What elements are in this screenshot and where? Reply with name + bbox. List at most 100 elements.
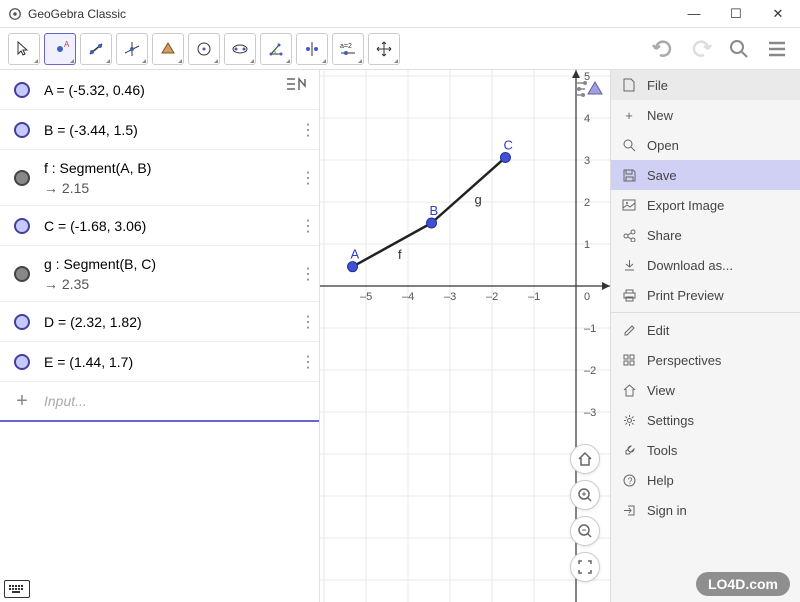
menu-label: Sign in [647, 503, 687, 518]
object-definition: B = (-3.44, 1.5) [44, 116, 297, 144]
visibility-toggle[interactable] [14, 82, 30, 98]
menu-label: Edit [647, 323, 669, 338]
tool-perpendicular[interactable] [116, 33, 148, 65]
svg-text:–1: –1 [528, 291, 540, 303]
tool-reflect[interactable] [296, 33, 328, 65]
visibility-toggle[interactable] [14, 170, 30, 186]
row-menu-icon[interactable]: ⋮ [297, 352, 319, 372]
search-icon [621, 137, 637, 153]
help-icon: ? [621, 472, 637, 488]
coordinate-grid: –5–4–3–2–1–5–4–3–2–1123450fgABC [320, 70, 610, 602]
wrench-icon [621, 442, 637, 458]
visibility-toggle[interactable] [14, 354, 30, 370]
object-definition: D = (2.32, 1.82) [44, 308, 297, 336]
object-definition: f : Segment(A, B) [44, 160, 297, 176]
svg-text:A: A [351, 247, 360, 262]
graphics-view[interactable]: –5–4–3–2–1–5–4–3–2–1123450fgABC [320, 70, 610, 602]
menu-header-file[interactable]: File [611, 70, 800, 100]
zoom-out-button[interactable] [570, 516, 600, 546]
tool-line[interactable] [80, 33, 112, 65]
print-icon [621, 287, 637, 303]
svg-text:2: 2 [584, 197, 590, 209]
image-icon [621, 197, 637, 213]
menu-item-edit[interactable]: Edit [611, 315, 800, 345]
menu-item-print[interactable]: Print Preview [611, 280, 800, 310]
menu-item-perspectives[interactable]: Perspectives [611, 345, 800, 375]
menu-item-open[interactable]: Open [611, 130, 800, 160]
virtual-keyboard-button[interactable] [4, 580, 30, 598]
svg-text:a=2: a=2 [340, 43, 352, 50]
fullscreen-button[interactable] [570, 552, 600, 582]
svg-text:g: g [474, 192, 481, 207]
close-button[interactable]: ✕ [764, 6, 792, 22]
algebra-row-f[interactable]: f : Segment(A, B) → 2.15 ⋮ [0, 150, 319, 206]
tool-pointer[interactable] [8, 33, 40, 65]
row-menu-icon[interactable]: ⋮ [297, 120, 319, 140]
gear-icon [621, 412, 637, 428]
visibility-toggle[interactable] [14, 218, 30, 234]
undo-button[interactable] [648, 34, 678, 64]
graphics-settings-button[interactable] [574, 76, 604, 102]
algebra-row-E[interactable]: E = (1.44, 1.7) ⋮ [0, 342, 319, 382]
menu-item-tools[interactable]: Tools [611, 435, 800, 465]
redo-button[interactable] [686, 34, 716, 64]
search-button[interactable] [724, 34, 754, 64]
minimize-button[interactable]: ― [680, 6, 708, 22]
tool-angle[interactable] [260, 33, 292, 65]
algebra-row-g[interactable]: g : Segment(B, C) → 2.35 ⋮ [0, 246, 319, 302]
signin-icon [621, 502, 637, 518]
menu-item-help[interactable]: ?Help [611, 465, 800, 495]
algebra-row-B[interactable]: B = (-3.44, 1.5) ⋮ [0, 110, 319, 150]
menu-item-new[interactable]: +New [611, 100, 800, 130]
svg-text:4: 4 [584, 113, 590, 125]
row-menu-icon[interactable]: ⋮ [297, 264, 319, 284]
svg-text:–2: –2 [486, 291, 498, 303]
home-icon [621, 382, 637, 398]
object-definition: A = (-5.32, 0.46) [44, 76, 319, 104]
toolbar: A a=2 [0, 28, 800, 70]
menu-label: File [647, 78, 668, 93]
menu-item-share[interactable]: Share [611, 220, 800, 250]
menu-button[interactable] [762, 34, 792, 64]
input-row[interactable]: + Input... [0, 382, 319, 422]
tool-ellipse[interactable] [224, 33, 256, 65]
menu-item-signin[interactable]: Sign in [611, 495, 800, 525]
share-icon [621, 227, 637, 243]
menu-item-save[interactable]: Save [611, 160, 800, 190]
object-definition: E = (1.44, 1.7) [44, 348, 297, 376]
algebra-row-A[interactable]: A = (-5.32, 0.46) [0, 70, 319, 110]
svg-text:–3: –3 [444, 291, 456, 303]
visibility-toggle[interactable] [14, 314, 30, 330]
maximize-button[interactable]: ☐ [722, 6, 750, 22]
object-value: → 2.35 [44, 276, 297, 292]
row-menu-icon[interactable]: ⋮ [297, 168, 319, 188]
menu-item-view[interactable]: View [611, 375, 800, 405]
algebra-row-C[interactable]: C = (-1.68, 3.06) ⋮ [0, 206, 319, 246]
menu-label: Save [647, 168, 677, 183]
file-icon [621, 77, 637, 93]
menu-label: Share [647, 228, 682, 243]
menu-item-export-image[interactable]: Export Image [611, 190, 800, 220]
tool-slider[interactable]: a=2 [332, 33, 364, 65]
sort-button[interactable] [281, 74, 315, 96]
input-field[interactable]: Input... [44, 393, 319, 409]
svg-text:–3: –3 [584, 407, 596, 419]
tool-circle[interactable] [188, 33, 220, 65]
view-controls [570, 444, 600, 582]
row-menu-icon[interactable]: ⋮ [297, 312, 319, 332]
svg-text:–1: –1 [584, 323, 596, 335]
menu-item-settings[interactable]: Settings [611, 405, 800, 435]
visibility-toggle[interactable] [14, 266, 30, 282]
visibility-toggle[interactable] [14, 122, 30, 138]
menu-label: Perspectives [647, 353, 721, 368]
zoom-in-button[interactable] [570, 480, 600, 510]
app-icon [8, 7, 22, 21]
tool-point[interactable]: A [44, 33, 76, 65]
home-button[interactable] [570, 444, 600, 474]
plus-icon: + [621, 107, 637, 123]
algebra-row-D[interactable]: D = (2.32, 1.82) ⋮ [0, 302, 319, 342]
row-menu-icon[interactable]: ⋮ [297, 216, 319, 236]
tool-move-view[interactable] [368, 33, 400, 65]
tool-polygon[interactable] [152, 33, 184, 65]
menu-item-download[interactable]: Download as... [611, 250, 800, 280]
